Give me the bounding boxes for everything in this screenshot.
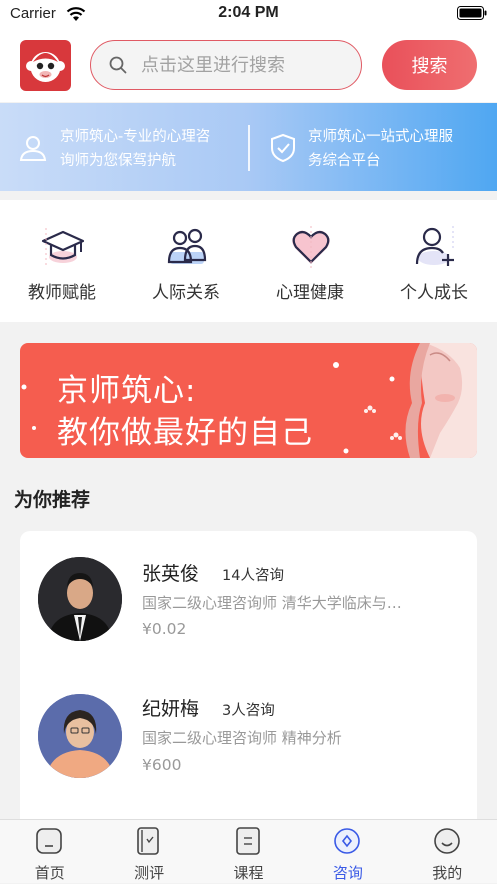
counselor-price: ¥600 (142, 756, 182, 774)
tab-label: 首页 (34, 864, 65, 882)
banner-left-line-2: 询师为您保驾护航 (60, 153, 176, 169)
category-label: 教师赋能 (28, 283, 96, 303)
consult-count: 14人咨询 (222, 568, 284, 584)
category-teacher-empowerment[interactable]: 教师赋能 (0, 200, 124, 322)
tab-home[interactable]: 首页 (0, 820, 99, 884)
home-icon (36, 828, 62, 854)
tab-label: 咨询 (332, 864, 363, 882)
tab-label: 测评 (134, 864, 165, 882)
counselor-name: 张英俊 (142, 563, 200, 585)
banner-divider (248, 125, 250, 171)
promo-title: 京师筑心: (57, 373, 197, 409)
counselor-item[interactable]: 纪妍梅 3人咨询 国家二级心理咨询师 精神分析 ¥600 (20, 667, 477, 803)
promo-banner[interactable]: 京师筑心: 教你做最好的自己 (20, 343, 477, 458)
counselor-price: ¥0.02 (142, 620, 187, 638)
tab-label: 课程 (233, 864, 264, 882)
counselor-desc: 国家二级心理咨询师 精神分析 (142, 729, 342, 747)
monkey-logo-icon (26, 52, 65, 82)
category-interpersonal[interactable]: 人际关系 (124, 200, 248, 322)
category-mental-health[interactable]: 心理健康 (248, 200, 372, 322)
promo-subtitle: 教你做最好的自己 (57, 415, 313, 451)
heart-icon (292, 226, 330, 268)
banner-right-text: 京师筑心一站式心理服 务综合平台 (308, 125, 453, 173)
category-label: 人际关系 (152, 283, 220, 303)
assessment-icon (137, 827, 160, 855)
tab-bar: 首页 测评 课程 咨询 我的 (0, 819, 497, 883)
search-icon (109, 56, 127, 74)
category-label: 个人成长 (400, 283, 468, 303)
banner-left-text: 京师筑心-专业的心理咨 询师为您保驾护航 (60, 125, 210, 173)
person-add-icon (415, 226, 454, 266)
consult-icon (334, 828, 360, 854)
header: 搜索 (0, 30, 497, 102)
category-grid: 教师赋能 人际关系 心理健康 个人成长 (0, 200, 497, 322)
search-button[interactable]: 搜索 (382, 40, 477, 90)
consult-count: 3人咨询 (222, 703, 275, 719)
graduation-cap-icon (41, 228, 85, 266)
avatar (38, 694, 122, 778)
app-logo[interactable] (20, 40, 71, 91)
clock: 2:04 PM (218, 4, 279, 21)
tab-consult[interactable]: 咨询 (298, 820, 397, 884)
banner-left-line-1: 京师筑心-专业的心理咨 (60, 129, 211, 145)
avatar (38, 557, 122, 641)
profile-icon (433, 828, 460, 854)
tab-course[interactable]: 课程 (199, 820, 298, 884)
shield-check-icon (271, 133, 295, 163)
course-icon (235, 827, 260, 855)
people-icon (167, 228, 207, 264)
battery-icon (457, 6, 487, 20)
person-icon (19, 136, 47, 161)
counselor-name: 纪妍梅 (142, 698, 200, 720)
search-input[interactable] (141, 51, 351, 79)
category-personal-growth[interactable]: 个人成长 (372, 200, 496, 322)
banner-right-line-2: 务综合平台 (308, 153, 381, 169)
search-box[interactable] (90, 40, 362, 90)
category-label: 心理健康 (276, 283, 344, 303)
counselor-desc: 国家二级心理咨询师 清华大学临床与… (142, 594, 402, 612)
tab-profile[interactable]: 我的 (398, 820, 497, 884)
info-banner: 京师筑心-专业的心理咨 询师为您保驾护航 京师筑心一站式心理服 务综合平台 (0, 103, 497, 191)
counselor-item[interactable]: 张英俊 14人咨询 国家二级心理咨询师 清华大学临床与… ¥0.02 (20, 531, 477, 667)
recommend-card: 张英俊 14人咨询 国家二级心理咨询师 清华大学临床与… ¥0.02 纪妍梅 3… (20, 531, 477, 831)
tab-label: 我的 (432, 864, 463, 882)
tab-assessment[interactable]: 测评 (99, 820, 198, 884)
section-title-recommend: 为你推荐 (14, 489, 91, 511)
status-bar: Carrier 2:04 PM (0, 0, 497, 30)
banner-right-line-1: 京师筑心一站式心理服 (308, 129, 453, 145)
